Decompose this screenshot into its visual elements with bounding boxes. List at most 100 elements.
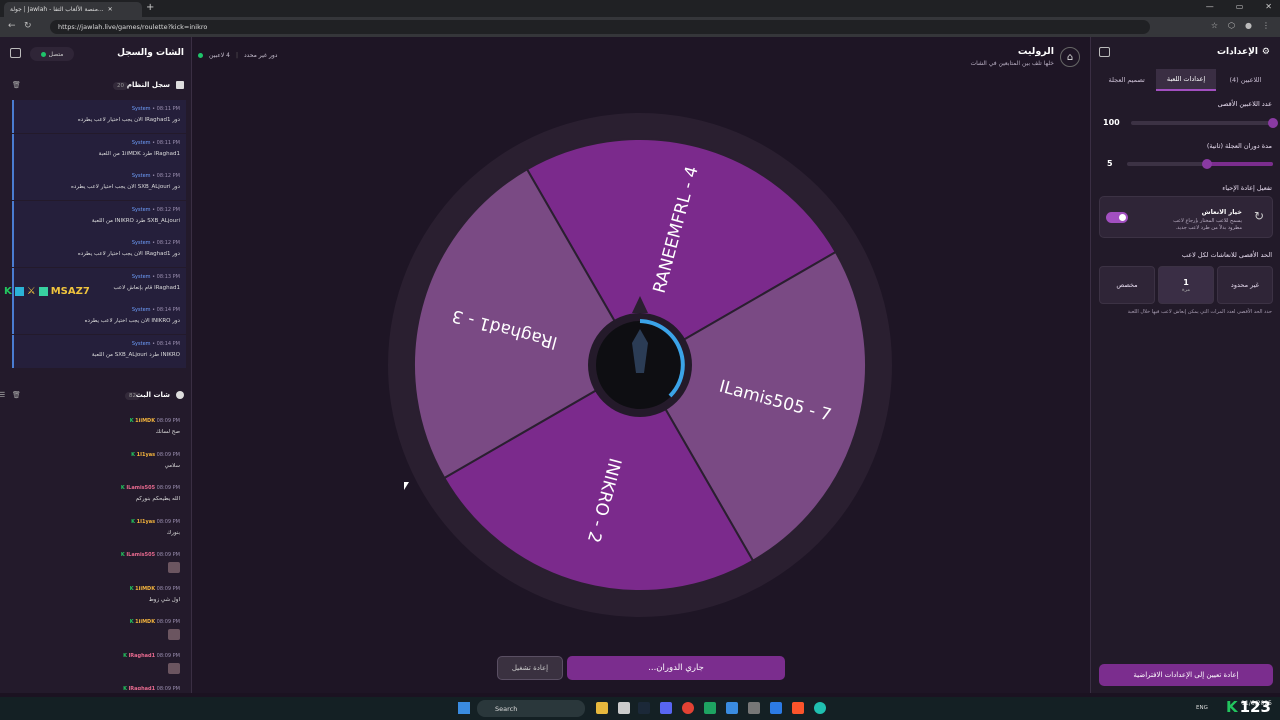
home-button[interactable]: ⌂	[1060, 47, 1080, 67]
tab-players[interactable]: اللاعبين (4)	[1216, 69, 1275, 91]
message-text: lRaghad1 قام بإنعاش لاعب	[113, 284, 181, 291]
system-log-count: 20	[113, 82, 128, 90]
edge-icon[interactable]	[814, 702, 826, 714]
chat-message: K ILamis505 08:09 PM	[12, 548, 186, 582]
close-icon[interactable]: ✕	[108, 6, 113, 13]
collapse-panel-icon[interactable]	[10, 48, 21, 58]
app-icon[interactable]	[704, 702, 716, 714]
message-meta: System • 08:13 PM	[131, 273, 180, 280]
system-log-header: 🗑 20 سجل النظام	[0, 77, 192, 95]
spin-duration-slider[interactable]	[1127, 159, 1273, 169]
username: 1iiMDK	[135, 585, 156, 592]
mode-status: دور غير محدد	[243, 52, 278, 59]
extension-icon[interactable]: ⬡	[1228, 21, 1235, 30]
revive-toggle[interactable]	[1106, 212, 1128, 223]
kick-icon: K	[131, 451, 136, 458]
option-unlimited[interactable]: غير محدود	[1217, 266, 1273, 304]
lang-indicator[interactable]: ENG	[1196, 705, 1208, 711]
settings-title: الإعدادات	[1216, 47, 1258, 57]
menu-icon[interactable]: ⋮	[1262, 21, 1270, 30]
settings-header: الإعدادات ⚙	[1217, 47, 1270, 57]
minimize-icon[interactable]: —	[1206, 2, 1214, 11]
kick-logo-icon: K	[4, 286, 12, 297]
tab-wheel-design[interactable]: تصميم العجلة	[1097, 69, 1156, 91]
replay-button[interactable]: إعادة تشغيل	[497, 656, 563, 680]
reload-icon[interactable]: ↻	[24, 21, 32, 31]
filter-icon[interactable]: ☰	[0, 391, 5, 399]
option-one[interactable]: 1 مرة	[1158, 266, 1214, 304]
chat-panel: متصل الشات والسجل 🗑 20 سجل النظام System…	[0, 37, 192, 693]
extensions: ☆ ⬡ ● ⋮	[1211, 21, 1270, 30]
message-meta: System • 08:14 PM	[131, 307, 180, 313]
time: 08:09 PM	[156, 585, 180, 592]
stream-overlay: K ⚔ MSAZ7	[4, 286, 90, 297]
collapse-panel-icon[interactable]	[1099, 47, 1110, 57]
message-text: دور INIKRO الان يجب اختيار لاعب يطرده	[84, 318, 180, 324]
folder-icon[interactable]	[596, 702, 608, 714]
message-meta: System • 08:11 PM	[131, 106, 180, 112]
system-log-item: System • 08:11 PM دور lRaghad1 الان يجب ا…	[12, 100, 186, 133]
back-icon[interactable]: ←	[8, 21, 16, 31]
store-icon[interactable]	[618, 702, 630, 714]
window-controls: — ▭ ✕	[1206, 2, 1272, 11]
close-window-icon[interactable]: ✕	[1265, 2, 1272, 11]
taskbar-search[interactable]: Search	[477, 700, 585, 717]
option-custom[interactable]: مخصص	[1099, 266, 1155, 304]
message-text: INIKRO طرد SXB_ALjouri من اللعبة	[91, 351, 180, 358]
app-icon[interactable]	[748, 702, 760, 714]
chrome-icon[interactable]	[682, 702, 694, 714]
chat-message: K lRaghad1 08:09 PM	[12, 649, 186, 683]
spin-duration-value: 5	[1107, 159, 1113, 168]
bot-chat-list[interactable]: K 1iiMDK 08:09 PM صح لسانك K 1I1yas 08:09 …	[12, 414, 186, 690]
option-label: مخصص	[1116, 281, 1138, 289]
revive-max-label: الحد الأقصى للانعاشات لكل لاعب	[1181, 251, 1272, 259]
time: 08:09 PM	[156, 652, 180, 659]
star-icon[interactable]: ☆	[1211, 21, 1218, 30]
slider-knob[interactable]	[1268, 118, 1278, 128]
badge-count: 123	[1239, 698, 1271, 716]
profile-icon[interactable]: ●	[1245, 21, 1252, 30]
spin-button[interactable]: جاري الدوران...	[567, 656, 785, 680]
tab-game-settings[interactable]: إعدادات اللعبة	[1156, 69, 1216, 91]
message-meta: K ILamis505 08:09 PM	[121, 485, 180, 491]
sender: System	[131, 240, 151, 246]
time: 08:09 PM	[156, 418, 180, 424]
chat-message: K lRaghad1 08:09 PM	[12, 682, 186, 690]
url-text: https://jawlah.live/games/roulette?kick=…	[58, 23, 208, 31]
revive-option-card: خيار الانعاش يسمح للاعب المختار بإرجاع ل…	[1099, 196, 1273, 238]
discord-icon[interactable]	[660, 702, 672, 714]
message-meta: K lRaghad1 08:09 PM	[123, 686, 180, 690]
app-icon[interactable]	[726, 702, 738, 714]
roulette-wheel[interactable]: RANEEMFRL - 4ILamis505 - 7INIKRO - 2lRag…	[388, 113, 892, 617]
system-log-list[interactable]: System • 08:11 PM دور lRaghad1 الان يجب ا…	[12, 100, 186, 376]
chat-title: الشات والسجل	[117, 48, 184, 58]
max-players-slider[interactable]	[1131, 118, 1278, 128]
app-icon[interactable]	[770, 702, 782, 714]
game-title: الروليت	[1017, 46, 1054, 57]
sender: System	[131, 340, 151, 347]
revive-note: حدد الحد الأقصى لعدد المرات التي يمكن إن…	[1127, 309, 1272, 315]
emote-icon	[168, 662, 180, 674]
chat-message: K 1iiMDK 08:09 PM	[12, 615, 186, 649]
reset-defaults-button[interactable]: إعادة تعيين إلى الإعدادات الافتراضية	[1099, 664, 1273, 686]
new-tab-icon[interactable]: +	[146, 2, 154, 13]
slider-knob[interactable]	[1202, 159, 1213, 169]
trash-icon[interactable]: 🗑	[12, 81, 21, 89]
message-text: الله يطيحكم بنوركم	[135, 496, 180, 502]
max-players-value: 100	[1103, 118, 1120, 127]
message-meta: System • 08:12 PM	[131, 206, 180, 213]
steam-icon[interactable]	[638, 702, 650, 714]
maximize-icon[interactable]: ▭	[1236, 2, 1244, 11]
message-text: اول شي زوط	[148, 596, 180, 603]
windows-start-icon[interactable]	[458, 702, 470, 714]
online-dot-icon	[40, 51, 46, 57]
trash-icon[interactable]: 🗑	[12, 391, 21, 399]
brave-icon[interactable]	[792, 702, 804, 714]
revive-section-label: تفعيل إعادة الإحياء	[1222, 184, 1272, 192]
browser-tab[interactable]: جولة | Jawlah - منصة الألعاب التفا... ✕	[4, 2, 142, 17]
sender: System	[131, 307, 151, 313]
home-icon: ⌂	[1066, 51, 1074, 63]
url-input[interactable]: https://jawlah.live/games/roulette?kick=…	[50, 20, 1150, 34]
max-players-label: عدد اللاعبين الأقصى	[1217, 100, 1272, 108]
time: 08:12 PM	[156, 240, 180, 246]
